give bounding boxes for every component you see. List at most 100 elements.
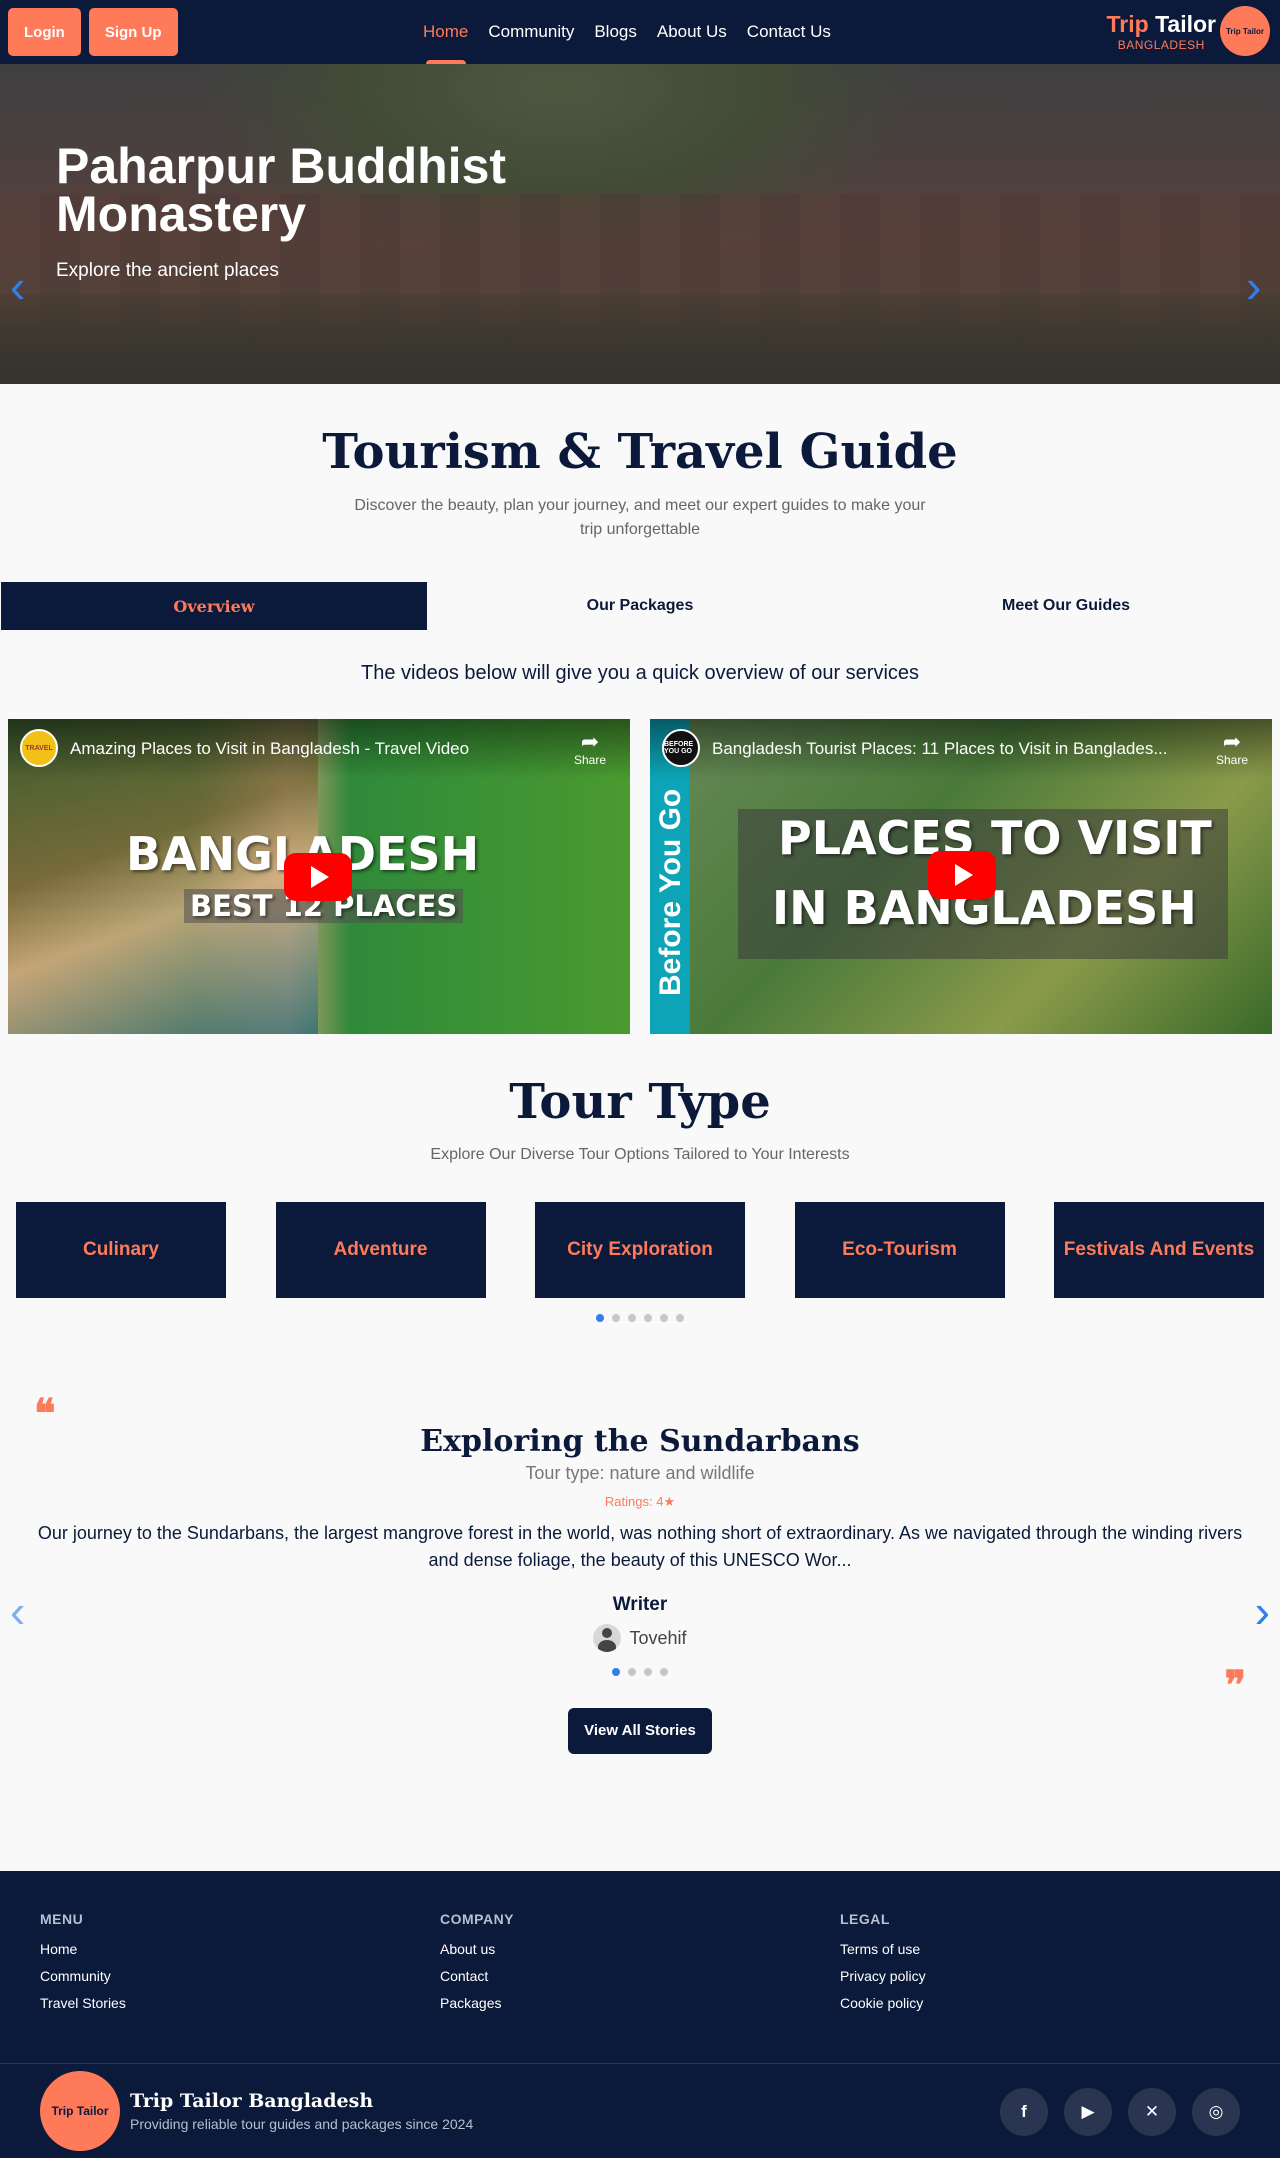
share-icon: ➦ <box>580 729 600 754</box>
tour-type-section: Tour Type Explore Our Diverse Tour Optio… <box>0 1074 1280 1322</box>
share-button[interactable]: ➦ Share <box>574 729 606 768</box>
story-title: Exploring the Sundarbans <box>420 1424 860 1459</box>
brand-subtitle: BANGLADESH <box>1117 37 1205 52</box>
pagination-dot[interactable] <box>644 1668 652 1676</box>
pagination-dot[interactable] <box>660 1314 668 1322</box>
footer-bottom: Trip Tailor Trip Tailor Bangladesh Provi… <box>0 2063 1280 2158</box>
pagination-dot[interactable] <box>612 1668 620 1676</box>
tour-type-carousel: Culinary Adventure City Exploration Eco-… <box>0 1202 1280 1298</box>
footer-link-cookie[interactable]: Cookie policy <box>840 1995 1240 2011</box>
video-player[interactable]: TRAVEL Amazing Places to Visit in Bangla… <box>8 719 630 1034</box>
share-icon: ➦ <box>1222 729 1242 754</box>
video-grid: TRAVEL Amazing Places to Visit in Bangla… <box>0 719 1280 1034</box>
footer-links: MENU Home Community Travel Stories COMPA… <box>0 1871 1280 2063</box>
footer-brand: Trip Tailor Bangladesh Providing reliabl… <box>130 2090 473 2132</box>
footer-legal: LEGAL Terms of use Privacy policy Cookie… <box>840 1911 1240 2063</box>
footer-link-travel-stories[interactable]: Travel Stories <box>40 1995 440 2011</box>
intro-section: Tourism & Travel Guide Discover the beau… <box>0 384 1280 542</box>
hero-prev-arrow-icon[interactable]: ‹ <box>10 262 34 310</box>
social-links: f ▶ ✕ ◎ <box>1000 2088 1240 2136</box>
channel-avatar[interactable]: BEFORE YOU GO <box>662 729 700 767</box>
pagination-dot[interactable] <box>596 1314 604 1322</box>
writer: Tovehif <box>0 1624 1280 1652</box>
view-all-stories-button[interactable]: View All Stories <box>568 1708 712 1754</box>
footer-link-contact[interactable]: Contact <box>440 1968 840 1984</box>
intro-title: Tourism & Travel Guide <box>322 424 958 480</box>
footer-link-packages[interactable]: Packages <box>440 1995 840 2011</box>
tour-card-eco-tourism[interactable]: Eco-Tourism <box>794 1202 1005 1298</box>
signup-button[interactable]: Sign Up <box>88 8 178 56</box>
youtube-play-icon[interactable] <box>284 853 352 901</box>
tab-overview[interactable]: Overview <box>1 582 427 630</box>
tour-card-festivals[interactable]: Festivals And Events <box>1054 1202 1264 1298</box>
brand-text: Trip Tailor BANGLADESH <box>1107 11 1216 52</box>
channel-avatar[interactable]: TRAVEL <box>20 729 58 767</box>
footer-logo: Trip Tailor <box>40 2071 120 2151</box>
story-pagination <box>0 1668 1280 1676</box>
tour-card-adventure[interactable]: Adventure <box>275 1202 486 1298</box>
pagination-dot[interactable] <box>628 1314 636 1322</box>
quote-open-icon: ❝ <box>34 1390 56 1437</box>
video-title[interactable]: Bangladesh Tourist Places: 11 Places to … <box>712 739 1172 759</box>
footer-brand-tagline: Providing reliable tour guides and packa… <box>130 2116 474 2132</box>
hero-next-arrow-icon[interactable]: › <box>1246 262 1270 310</box>
footer: MENU Home Community Travel Stories COMPA… <box>0 1871 1280 2158</box>
video-player[interactable]: Before You Go BEFORE YOU GO Bangladesh T… <box>650 719 1272 1034</box>
footer-menu: MENU Home Community Travel Stories <box>40 1911 440 2063</box>
writer-label: Writer <box>612 1594 668 1615</box>
youtube-play-icon[interactable] <box>928 851 996 899</box>
tab-guides[interactable]: Meet Our Guides <box>853 582 1279 630</box>
tour-card-city-exploration[interactable]: City Exploration <box>535 1202 745 1298</box>
nav-link-contact[interactable]: Contact Us <box>747 0 831 64</box>
hero-subtitle: Explore the ancient places <box>56 260 279 281</box>
footer-link-terms[interactable]: Terms of use <box>840 1941 1240 1957</box>
tour-type-title: Tour Type <box>509 1074 771 1130</box>
instagram-icon[interactable]: ◎ <box>1192 2088 1240 2136</box>
brand[interactable]: Trip Tailor BANGLADESH Trip Tailor <box>1107 6 1270 56</box>
story-excerpt: Our journey to the Sundarbans, the large… <box>37 1523 1243 1570</box>
facebook-icon[interactable]: f <box>1000 2088 1048 2136</box>
tour-type-description: Explore Our Diverse Tour Options Tailore… <box>430 1146 850 1163</box>
main-nav: Home Community Blogs About Us Contact Us <box>423 0 851 64</box>
pagination-dot[interactable] <box>676 1314 684 1322</box>
footer-company-title: COMPANY <box>440 1911 515 1927</box>
footer-legal-title: LEGAL <box>840 1911 890 1927</box>
tour-type-pagination <box>0 1314 1280 1322</box>
overview-note: The videos below will give you a quick o… <box>360 662 920 684</box>
footer-link-about[interactable]: About us <box>440 1941 840 1957</box>
footer-link-privacy[interactable]: Privacy policy <box>840 1968 1240 1984</box>
hero-title: Paharpur Buddhist Monastery <box>56 138 507 242</box>
channel-strip-text: Before You Go <box>654 788 687 996</box>
stories-section: ❝ Exploring the Sundarbans Tour type: na… <box>0 1386 1280 1871</box>
tab-bar: Overview Our Packages Meet Our Guides <box>0 582 1280 630</box>
nav-link-home[interactable]: Home <box>423 0 468 64</box>
pagination-dot[interactable] <box>644 1314 652 1322</box>
nav-link-blogs[interactable]: Blogs <box>594 0 637 64</box>
nav-link-community[interactable]: Community <box>488 0 574 64</box>
story-rating: Ratings: 4★ <box>604 1494 676 1509</box>
login-button[interactable]: Login <box>8 8 81 56</box>
story-next-arrow-icon[interactable]: › <box>1255 1584 1270 1638</box>
tab-packages[interactable]: Our Packages <box>427 582 853 630</box>
pagination-dot[interactable] <box>612 1314 620 1322</box>
hero-carousel: Paharpur Buddhist Monastery Explore the … <box>0 64 1280 384</box>
video-title[interactable]: Amazing Places to Visit in Bangladesh - … <box>70 739 530 759</box>
navbar: Login Sign Up Home Community Blogs About… <box>0 0 1280 64</box>
pagination-dot[interactable] <box>628 1668 636 1676</box>
x-icon[interactable]: ✕ <box>1128 2088 1176 2136</box>
brand-title: Trip Tailor <box>1106 10 1216 37</box>
nav-link-about[interactable]: About Us <box>657 0 727 64</box>
story-prev-arrow-icon[interactable]: ‹ <box>10 1584 25 1638</box>
youtube-icon[interactable]: ▶ <box>1064 2088 1112 2136</box>
pagination-dot[interactable] <box>660 1668 668 1676</box>
brand-logo: Trip Tailor <box>1220 6 1270 56</box>
tour-card-culinary[interactable]: Culinary <box>16 1202 226 1298</box>
avatar <box>593 1624 622 1652</box>
share-button[interactable]: ➦ Share <box>1216 729 1248 768</box>
footer-link-home[interactable]: Home <box>40 1941 440 1957</box>
footer-brand-name: Trip Tailor Bangladesh <box>130 2090 374 2112</box>
footer-link-community[interactable]: Community <box>40 1968 440 1984</box>
quote-close-icon: ❞ <box>1224 1662 1246 1709</box>
story-tour-type: Tour type: nature and wildlife <box>525 1463 755 1483</box>
thumbnail-headline: PLACES TO VISIT <box>778 811 1212 865</box>
